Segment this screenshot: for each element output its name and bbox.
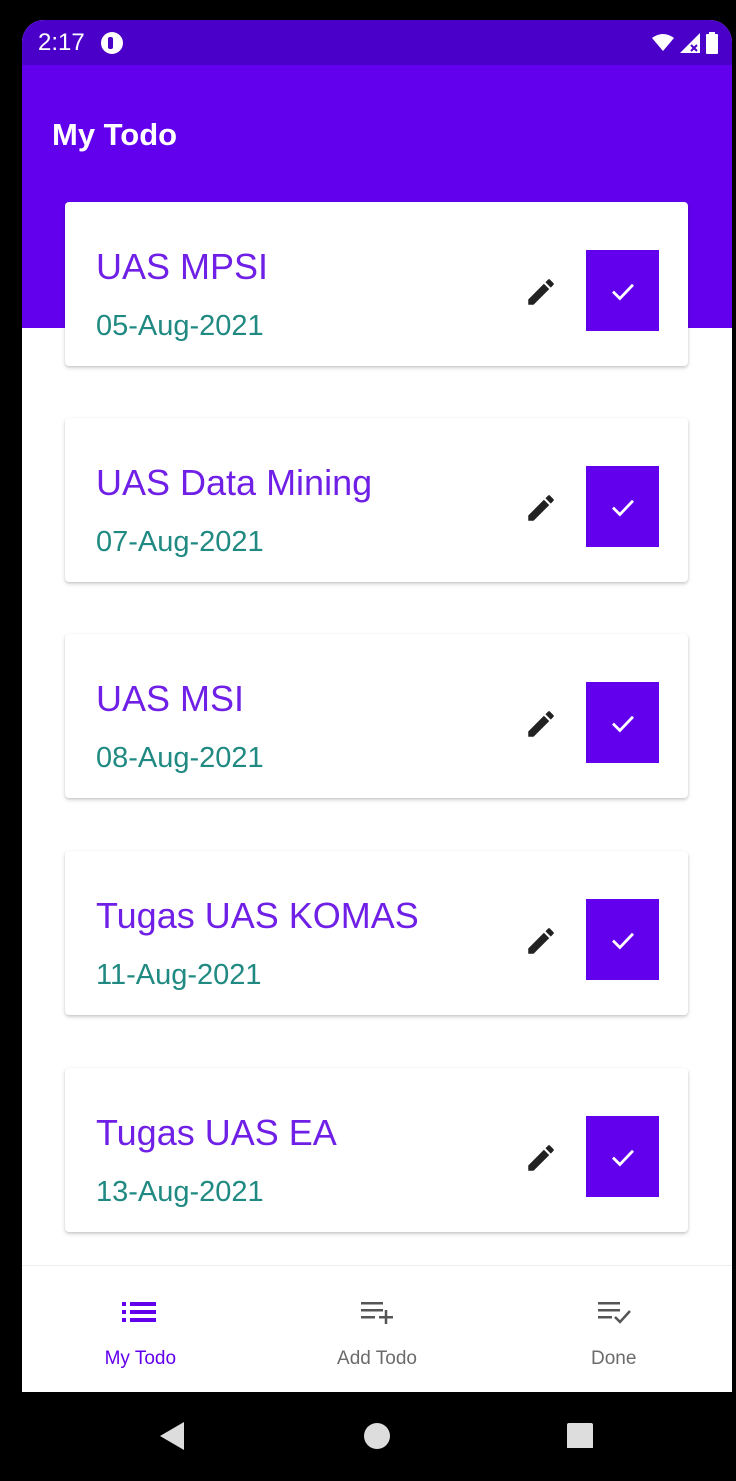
edit-button[interactable]	[517, 917, 565, 965]
signal-icon	[680, 32, 700, 53]
battery-icon	[706, 31, 718, 54]
nav-label: Add Todo	[337, 1348, 417, 1369]
edit-button[interactable]	[517, 700, 565, 748]
list-icon	[122, 1302, 157, 1322]
todo-card[interactable]: Tugas UAS KOMAS 11-Aug-2021	[65, 851, 688, 1015]
nav-label: Done	[590, 1348, 637, 1369]
mark-done-button[interactable]	[586, 682, 659, 763]
status-time: 2:17	[38, 28, 85, 56]
mark-done-button[interactable]	[586, 250, 659, 331]
check-icon	[611, 1149, 634, 1166]
edit-button[interactable]	[517, 484, 565, 532]
todo-card[interactable]: Tugas UAS EA 13-Aug-2021	[65, 1068, 688, 1232]
nav-item-my-todo[interactable]: My Todo	[22, 1266, 259, 1392]
app-title: My Todo	[52, 117, 178, 152]
todo-date: 08-Aug-2021	[96, 742, 264, 774]
status-bar: 2:17	[22, 20, 732, 65]
wifi-icon	[652, 33, 674, 51]
pencil-icon	[528, 279, 554, 305]
pencil-icon	[528, 495, 554, 521]
system-navigation-bar	[0, 1392, 736, 1481]
status-icons	[652, 31, 718, 54]
check-icon	[611, 283, 634, 300]
mark-done-button[interactable]	[586, 899, 659, 980]
notification-app-icon	[100, 31, 123, 54]
todo-title: UAS Data Mining	[96, 462, 373, 503]
pencil-icon	[528, 928, 554, 954]
todo-card[interactable]: UAS Data Mining 07-Aug-2021	[65, 418, 688, 582]
todo-title: Tugas UAS KOMAS	[96, 895, 419, 936]
mark-done-button[interactable]	[586, 466, 659, 547]
back-icon[interactable]	[158, 1420, 186, 1452]
playlist-check-icon	[597, 1302, 631, 1324]
todo-date: 13-Aug-2021	[96, 1176, 264, 1208]
pencil-icon	[528, 711, 554, 737]
todo-date: 05-Aug-2021	[96, 310, 264, 342]
todo-title: UAS MSI	[96, 678, 245, 719]
bottom-navigation: My Todo Add Todo Done	[22, 1265, 732, 1392]
nav-item-add-todo[interactable]: Add Todo	[259, 1266, 496, 1392]
check-icon	[611, 715, 634, 732]
todo-title: Tugas UAS EA	[96, 1112, 337, 1153]
check-icon	[611, 499, 634, 516]
home-icon[interactable]	[362, 1420, 392, 1450]
nav-label: My Todo	[104, 1348, 177, 1369]
pencil-icon	[528, 1145, 554, 1171]
edit-button[interactable]	[517, 1134, 565, 1182]
recents-icon[interactable]	[566, 1420, 594, 1448]
nav-item-done[interactable]: Done	[495, 1266, 732, 1392]
edit-button[interactable]	[517, 268, 565, 316]
mark-done-button[interactable]	[586, 1116, 659, 1197]
todo-date: 11-Aug-2021	[96, 959, 262, 991]
todo-title: UAS MPSI	[96, 246, 269, 287]
playlist-add-icon	[361, 1302, 393, 1324]
todo-card[interactable]: UAS MPSI 05-Aug-2021	[65, 202, 688, 366]
check-icon	[611, 932, 634, 949]
phone-screen: 2:17 My Todo UAS MPSI 05-Aug-2021 UAS Da…	[22, 20, 732, 1392]
todo-card[interactable]: UAS MSI 08-Aug-2021	[65, 634, 688, 798]
todo-date: 07-Aug-2021	[96, 526, 264, 558]
